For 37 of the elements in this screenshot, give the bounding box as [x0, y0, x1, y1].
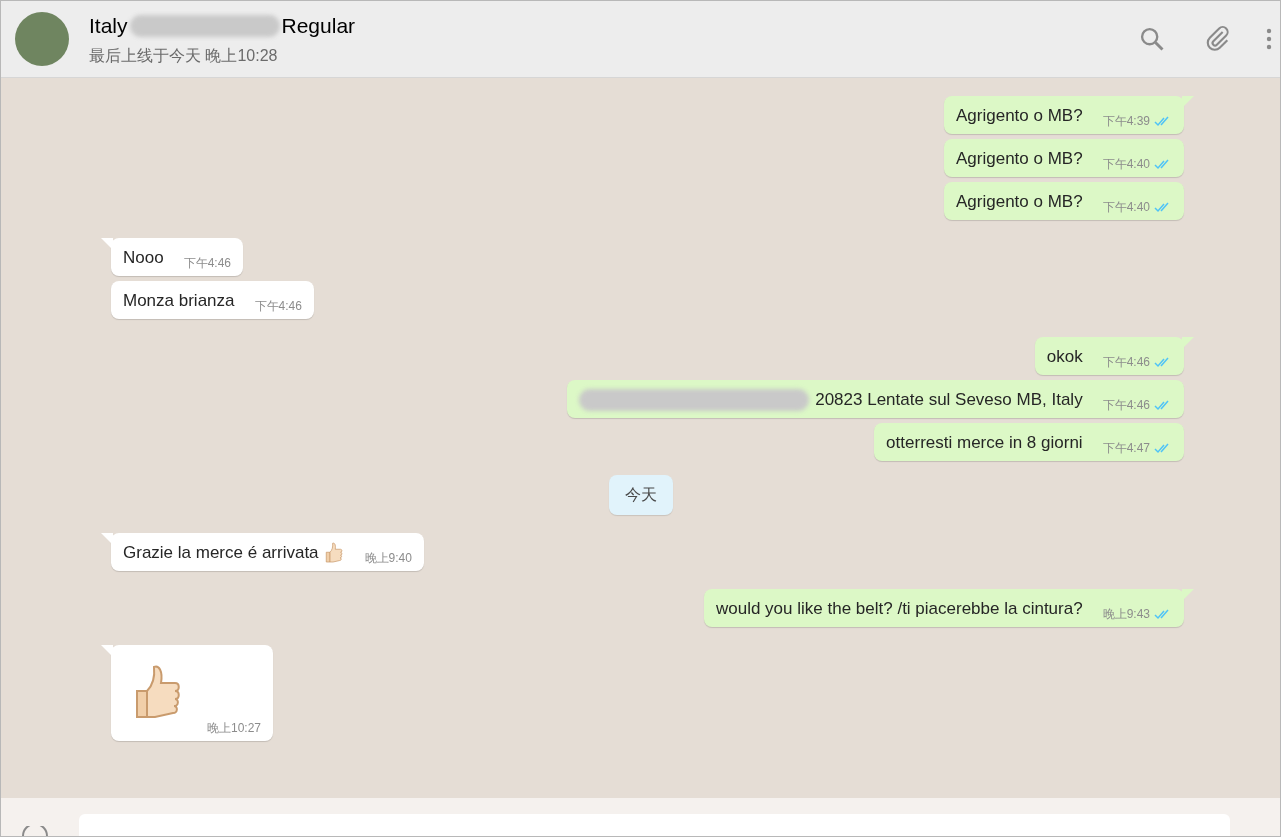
message-text: Grazie la merce é arrivata: [123, 542, 319, 564]
message-text: would you like the belt? /ti piacerebbe la cintura?: [715, 598, 1083, 620]
chat-title: Italy: [89, 13, 128, 40]
avatar-photo-placeholder: [15, 12, 69, 66]
message-time: 下午4:46: [254, 298, 302, 315]
message-time: 下午4:47: [1102, 440, 1150, 457]
message-time: 下午4:40: [1102, 156, 1150, 173]
message-time: 晚上9:40: [364, 550, 412, 567]
message-text: okok: [1046, 346, 1083, 368]
read-ticks-icon: [1154, 158, 1172, 170]
read-ticks-icon: [1154, 399, 1172, 411]
message-time: 下午4:46: [1102, 397, 1150, 414]
last-seen-status: 最后上线于今天 晚上10:28: [89, 45, 279, 66]
read-ticks-icon: [1154, 608, 1172, 620]
menu-icon: [1266, 27, 1272, 51]
read-ticks-icon: [1154, 356, 1172, 368]
message-text: Agrigento o MB?: [956, 105, 1083, 127]
message-text: 20823 Lentate sul Seveso MB, Italy: [815, 389, 1083, 411]
message-text: Nooo: [123, 247, 164, 269]
read-ticks-icon: [1154, 115, 1172, 127]
smiley-icon: [21, 826, 49, 836]
message-text: otterresti merce in 8 giorni: [886, 432, 1083, 454]
paperclip-icon: [1204, 25, 1232, 53]
message-time: 下午4:39: [1102, 113, 1150, 130]
message-time: 晚上9:43: [1102, 606, 1150, 623]
read-ticks-icon: [1154, 442, 1172, 454]
message-input-field[interactable]: [79, 814, 1230, 836]
message-time: 下午4:40: [1102, 199, 1150, 216]
message-time: 下午4:46: [183, 255, 231, 272]
message-text: Monza brianza: [123, 290, 235, 312]
message-text: Agrigento o MB?: [956, 148, 1083, 170]
read-ticks-icon: [1154, 201, 1172, 213]
message-time: 晚上10:27: [207, 720, 262, 737]
search-icon: [1138, 25, 1166, 53]
message-time: 下午4:46: [1102, 354, 1150, 371]
message-text: Agrigento o MB?: [956, 191, 1083, 213]
chat-title: Regular: [281, 13, 356, 40]
